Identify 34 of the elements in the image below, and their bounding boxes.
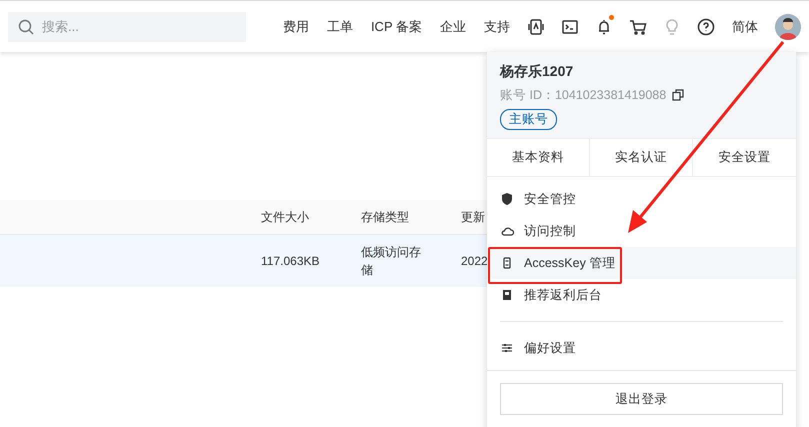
column-header: 文件大小: [261, 208, 310, 226]
search-field[interactable]: 搜索...: [8, 12, 246, 42]
account-name: 杨存乐1207: [500, 62, 574, 81]
nav-link[interactable]: 费用: [274, 18, 318, 36]
language-link[interactable]: 简体: [723, 18, 767, 36]
menu-item[interactable]: 访问控制: [487, 215, 796, 247]
nav-link[interactable]: 工单: [318, 18, 362, 36]
account-badge: 主账号: [500, 109, 557, 130]
menu-item[interactable]: 偏好设置: [487, 332, 796, 364]
book-icon: [500, 288, 514, 302]
table-cell-text: 低频访问存储: [361, 244, 422, 279]
terminal-icon[interactable]: [561, 18, 579, 36]
table-cell-text: 117.063KB: [261, 253, 320, 270]
profile-tab[interactable]: 实名认证: [590, 139, 693, 176]
menu-item[interactable]: 推荐返利后台: [487, 279, 796, 311]
sliders-icon: [500, 341, 514, 355]
help-icon[interactable]: [697, 18, 715, 36]
column-header: 更新: [461, 208, 486, 226]
column-header: 存储类型: [361, 208, 410, 226]
logout-button[interactable]: 退出登录: [500, 383, 783, 415]
app-icon[interactable]: [527, 18, 545, 36]
profile-tab[interactable]: 基本资料: [487, 139, 590, 176]
shield-icon: [500, 192, 514, 206]
nav-link[interactable]: ICP 备案: [362, 18, 431, 36]
table-cell-text: 2022: [461, 253, 487, 270]
nav-link[interactable]: 支持: [475, 18, 519, 36]
account-id: 账号 ID：1041023381419088: [500, 87, 666, 104]
profile-tab[interactable]: 安全设置: [693, 139, 796, 176]
copy-icon[interactable]: [672, 89, 684, 101]
search-icon: [18, 18, 34, 34]
menu-item[interactable]: 安全管控: [487, 183, 796, 215]
nav-link[interactable]: 企业: [431, 18, 475, 36]
cart-icon[interactable]: [629, 18, 647, 36]
avatar[interactable]: [775, 14, 801, 40]
